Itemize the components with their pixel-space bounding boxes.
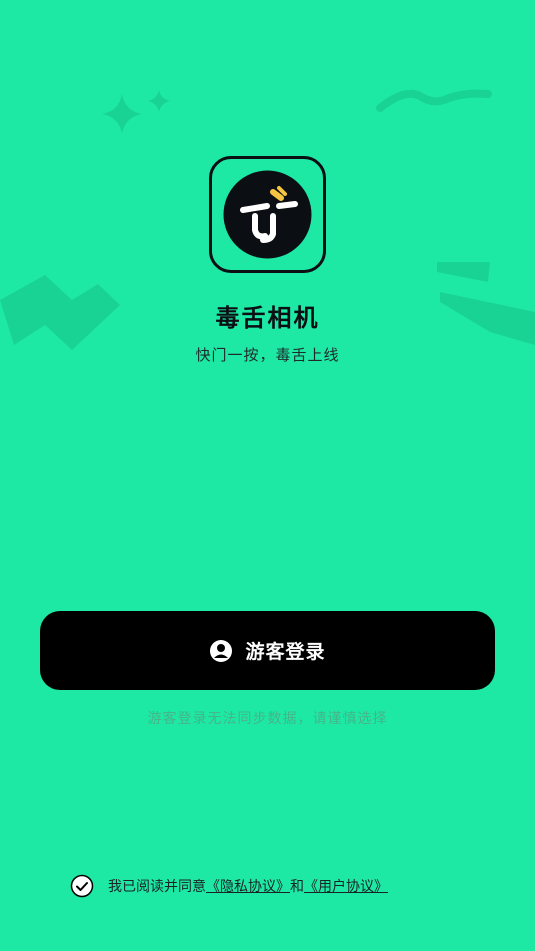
guest-login-button[interactable]: 游客登录 — [40, 611, 495, 690]
squiggle-line — [376, 89, 492, 112]
guest-login-label: 游客登录 — [245, 641, 326, 663]
angled-bar-top — [437, 262, 490, 282]
tongue-face-icon — [223, 170, 312, 259]
background-decoration — [0, 89, 535, 350]
agreement-prefix: 我已阅读并同意 — [108, 879, 206, 895]
agreement-row: 我已阅读并同意 《隐私协议》 和 《用户协议》 — [70, 872, 388, 900]
privacy-policy-link[interactable]: 《隐私协议》 — [206, 876, 290, 896]
user-circle-icon — [210, 639, 233, 662]
app-title: 毒舌相机 — [215, 304, 320, 332]
sparkle-large-icon — [102, 94, 142, 134]
agreement-checkbox[interactable] — [70, 874, 94, 898]
agreement-conjunction: 和 — [290, 879, 304, 895]
app-subtitle: 快门一按，毒舌上线 — [195, 346, 340, 364]
sparkle-small-icon — [148, 90, 170, 112]
user-agreement-link[interactable]: 《用户协议》 — [304, 876, 388, 896]
guest-login-hint: 游客登录无法同步数据，请谨慎选择 — [147, 711, 388, 727]
app-logo — [209, 156, 326, 273]
